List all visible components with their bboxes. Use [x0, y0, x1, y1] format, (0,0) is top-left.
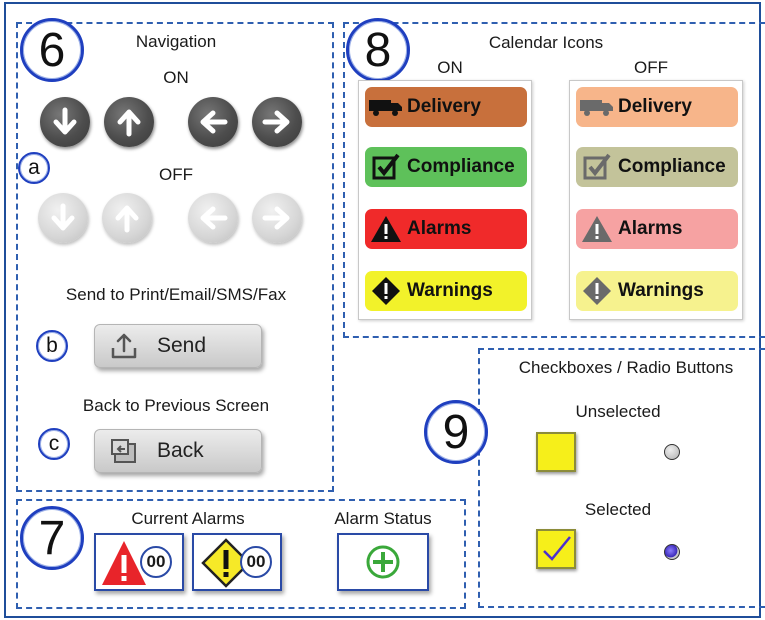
- arrow-left-icon: [200, 110, 228, 134]
- arrow-up-icon: [117, 109, 141, 137]
- calendar-label: Delivery: [618, 96, 692, 117]
- send-button-label: Send: [157, 334, 207, 357]
- truck-icon: [576, 97, 618, 117]
- send-button[interactable]: Send: [94, 324, 262, 368]
- calendar-on-column: Delivery Compliance Alarms Warnings: [358, 80, 532, 320]
- calendar-warnings-off[interactable]: Warnings: [576, 271, 738, 311]
- checkbox-unselected[interactable]: [536, 432, 576, 472]
- arrow-left-icon: [200, 206, 228, 230]
- back-button-label: Back: [157, 439, 204, 462]
- checkbox-selected[interactable]: [536, 529, 576, 569]
- navigation-on-label: ON: [163, 68, 189, 87]
- warning-diamond-icon: [365, 276, 407, 306]
- sub-label-c: c: [38, 428, 70, 460]
- calendar-compliance-on[interactable]: Compliance: [365, 147, 527, 187]
- sub-label-a: a: [18, 152, 50, 184]
- calendar-delivery-on[interactable]: Delivery: [365, 87, 527, 127]
- arrow-down-button-off[interactable]: [38, 193, 88, 243]
- current-alarms-title: Current Alarms: [131, 509, 245, 528]
- calendar-warnings-on[interactable]: Warnings: [365, 271, 527, 311]
- arrow-up-button-off[interactable]: [102, 193, 152, 243]
- arrow-right-icon: [262, 110, 290, 134]
- sub-label-b: b: [36, 330, 68, 362]
- upload-icon: [107, 329, 141, 363]
- current-alarm-count-button[interactable]: 00: [94, 533, 184, 591]
- radio-selected[interactable]: [664, 544, 680, 560]
- arrow-left-button-off[interactable]: [188, 193, 238, 243]
- arrow-right-icon: [262, 206, 290, 230]
- navigation-off-label: OFF: [159, 165, 193, 184]
- checkboxes-title: Checkboxes / Radio Buttons: [518, 358, 734, 377]
- arrow-right-button-off[interactable]: [252, 193, 302, 243]
- checkmark-icon: [543, 536, 571, 561]
- back-caption: Back to Previous Screen: [82, 396, 270, 415]
- arrow-down-icon: [51, 203, 75, 231]
- calendar-label: Alarms: [407, 218, 472, 239]
- back-window-icon: [107, 434, 141, 468]
- current-warning-count-button[interactable]: 00: [192, 533, 282, 591]
- navigation-title: Navigation: [135, 32, 217, 51]
- arrow-up-button-on[interactable]: [104, 97, 154, 147]
- calendar-off-label: OFF: [634, 58, 668, 77]
- section-number-9: 9: [424, 400, 488, 464]
- arrow-left-button-on[interactable]: [188, 97, 238, 147]
- alarm-status-title: Alarm Status: [334, 509, 432, 528]
- arrow-down-icon: [53, 107, 77, 135]
- calendar-label: Warnings: [407, 280, 493, 301]
- warning-count-badge: 00: [240, 546, 272, 578]
- calendar-label: Compliance: [407, 156, 515, 177]
- checkbox-icon: [576, 152, 618, 182]
- truck-icon: [365, 97, 407, 117]
- plus-circle-icon: [366, 545, 400, 579]
- calendar-compliance-off[interactable]: Compliance: [576, 147, 738, 187]
- calendar-label: Warnings: [618, 280, 704, 301]
- calendar-on-label: ON: [437, 58, 463, 77]
- calendar-off-column: Delivery Compliance Alarms Warnings: [569, 80, 743, 320]
- calendar-alarms-off[interactable]: Alarms: [576, 209, 738, 249]
- section-number-6: 6: [20, 18, 84, 82]
- warning-triangle-icon: [576, 215, 618, 243]
- send-caption: Send to Print/Email/SMS/Fax: [65, 285, 287, 304]
- calendar-label: Compliance: [618, 156, 726, 177]
- alarm-count-badge: 00: [140, 546, 172, 578]
- calendar-label: Alarms: [618, 218, 683, 239]
- arrow-down-button-on[interactable]: [40, 97, 90, 147]
- radio-unselected[interactable]: [664, 444, 680, 460]
- calendar-delivery-off[interactable]: Delivery: [576, 87, 738, 127]
- back-button[interactable]: Back: [94, 429, 262, 473]
- unselected-label: Unselected: [575, 402, 661, 421]
- arrow-right-button-on[interactable]: [252, 97, 302, 147]
- calendar-label: Delivery: [407, 96, 481, 117]
- checkbox-icon: [365, 152, 407, 182]
- navigation-section: [16, 22, 334, 492]
- calendar-icons-title: Calendar Icons: [488, 33, 604, 52]
- section-number-7: 7: [20, 506, 84, 570]
- calendar-alarms-on[interactable]: Alarms: [365, 209, 527, 249]
- checkboxes-section: [478, 348, 765, 608]
- alarm-status-button[interactable]: [337, 533, 429, 591]
- warning-triangle-icon: [365, 215, 407, 243]
- section-number-8: 8: [346, 18, 410, 82]
- warning-diamond-icon: [576, 276, 618, 306]
- selected-label: Selected: [584, 500, 652, 519]
- arrow-up-icon: [115, 205, 139, 233]
